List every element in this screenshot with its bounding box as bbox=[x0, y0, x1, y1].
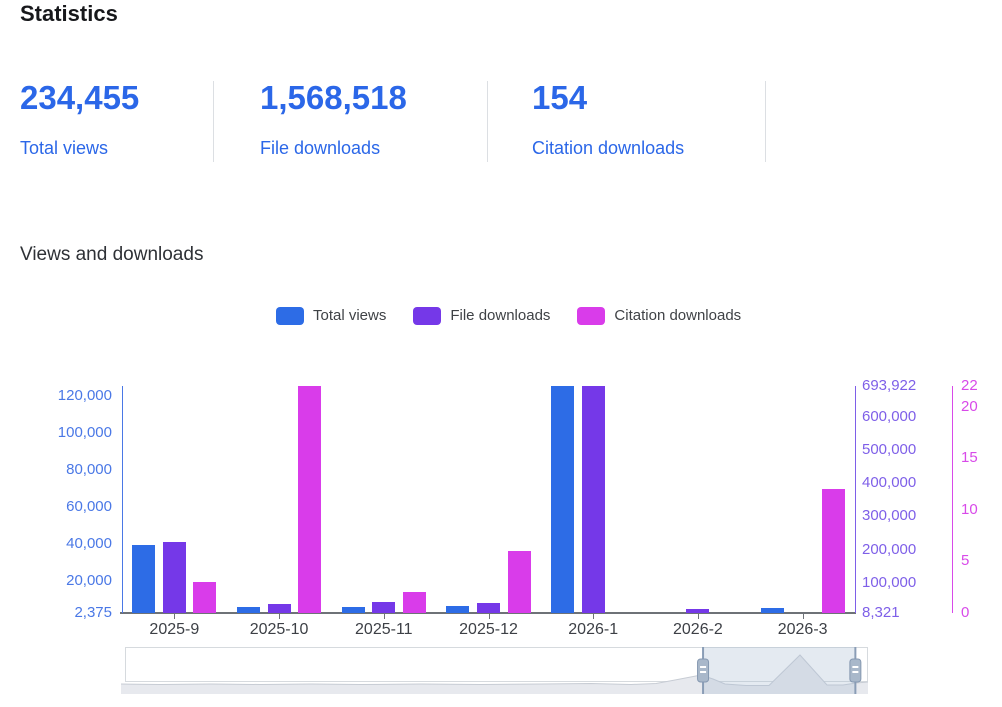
y-axis-tick-label: 22 bbox=[961, 377, 978, 395]
y-axis-tick-label: 80,000 bbox=[0, 461, 112, 479]
bar-citation-downloads[interactable] bbox=[298, 386, 321, 613]
bar-file-downloads[interactable] bbox=[163, 542, 186, 613]
y-axis-right1-line bbox=[855, 386, 856, 613]
x-axis-tick bbox=[174, 614, 175, 619]
y-axis-right2-line bbox=[952, 386, 953, 613]
y-axis-tick-label: 15 bbox=[961, 449, 978, 467]
x-axis-tick bbox=[698, 614, 699, 619]
x-axis-tick bbox=[279, 614, 280, 619]
y-axis-tick-label: 20,000 bbox=[0, 572, 112, 590]
views-downloads-chart: 2,375 20,000 40,000 60,000 80,000 100,000 120,… bbox=[0, 0, 1002, 707]
y-axis-tick-label: 20 bbox=[961, 398, 978, 416]
y-axis-tick-label: 600,000 bbox=[862, 408, 916, 426]
y-axis-tick-label: 0 bbox=[961, 604, 969, 622]
y-axis-tick-label: 10 bbox=[961, 501, 978, 519]
x-axis-tick bbox=[489, 614, 490, 619]
bar-total-views[interactable] bbox=[551, 386, 574, 613]
x-axis-label: 2025-10 bbox=[234, 621, 324, 639]
y-axis-tick-label: 693,922 bbox=[862, 377, 916, 395]
slider-left-handle-icon[interactable] bbox=[698, 659, 709, 682]
x-axis-label: 2026-2 bbox=[653, 621, 743, 639]
bar-file-downloads[interactable] bbox=[477, 603, 500, 613]
slider-selected-window[interactable] bbox=[703, 647, 855, 694]
bar-file-downloads[interactable] bbox=[268, 604, 291, 613]
datazoom-slider[interactable] bbox=[121, 647, 868, 694]
y-axis-tick-label: 5 bbox=[961, 552, 969, 570]
bar-citation-downloads[interactable] bbox=[193, 582, 216, 613]
bar-total-views[interactable] bbox=[761, 608, 784, 613]
bar-citation-downloads[interactable] bbox=[508, 551, 531, 613]
y-axis-tick-label: 120,000 bbox=[0, 387, 112, 405]
bar-file-downloads[interactable] bbox=[582, 386, 605, 613]
bar-total-views[interactable] bbox=[342, 607, 365, 613]
x-axis-label: 2025-11 bbox=[339, 621, 429, 639]
bar-citation-downloads[interactable] bbox=[403, 592, 426, 613]
x-axis-tick bbox=[384, 614, 385, 619]
bar-file-downloads[interactable] bbox=[372, 602, 395, 613]
y-axis-tick-label: 8,321 bbox=[862, 604, 900, 622]
bar-file-downloads[interactable] bbox=[686, 609, 709, 613]
y-axis-tick-label: 40,000 bbox=[0, 535, 112, 553]
x-axis-tick bbox=[803, 614, 804, 619]
y-axis-tick-label: 2,375 bbox=[0, 604, 112, 622]
bar-total-views[interactable] bbox=[446, 606, 469, 613]
bar-total-views[interactable] bbox=[132, 545, 155, 613]
y-axis-tick-label: 400,000 bbox=[862, 474, 916, 492]
slider-right-handle-icon[interactable] bbox=[850, 659, 861, 682]
bar-citation-downloads[interactable] bbox=[822, 489, 845, 613]
statistics-page: Statistics 234,455 Total views 1,568,518… bbox=[0, 0, 1002, 707]
x-axis-label: 2026-1 bbox=[548, 621, 638, 639]
y-axis-tick-label: 100,000 bbox=[0, 424, 112, 442]
y-axis-tick-label: 100,000 bbox=[862, 574, 916, 592]
bar-total-views[interactable] bbox=[237, 607, 260, 613]
y-axis-tick-label: 60,000 bbox=[0, 498, 112, 516]
y-axis-tick-label: 200,000 bbox=[862, 541, 916, 559]
y-axis-left-line bbox=[122, 386, 123, 613]
x-axis-label: 2026-3 bbox=[758, 621, 848, 639]
x-axis-label: 2025-12 bbox=[444, 621, 534, 639]
x-axis-tick bbox=[593, 614, 594, 619]
y-axis-tick-label: 500,000 bbox=[862, 441, 916, 459]
y-axis-tick-label: 300,000 bbox=[862, 507, 916, 525]
x-axis-label: 2025-9 bbox=[129, 621, 219, 639]
